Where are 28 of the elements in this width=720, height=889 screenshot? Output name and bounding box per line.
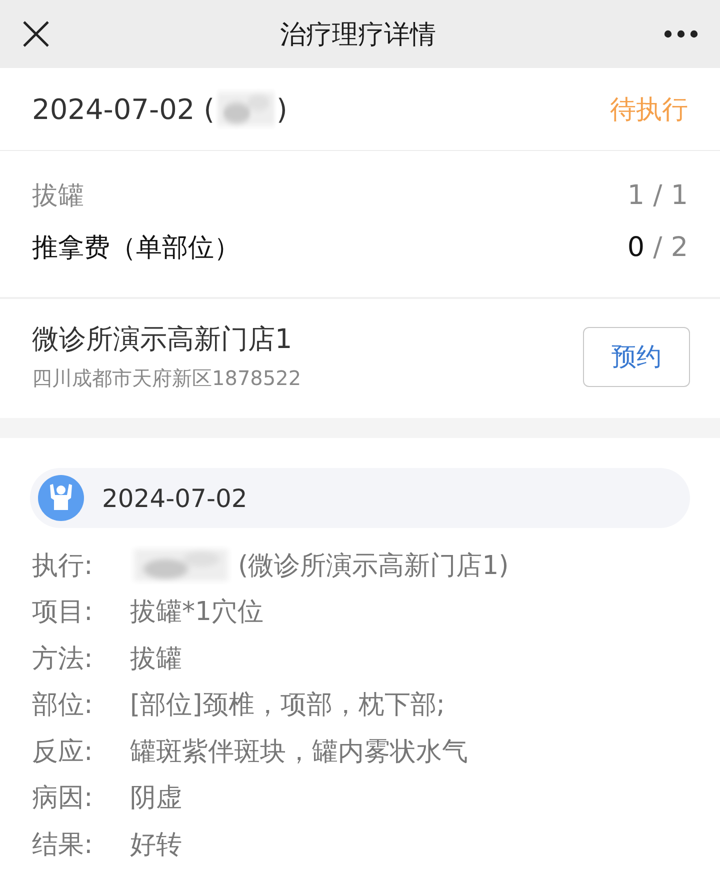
treatment-count: 0 / 2 bbox=[627, 232, 688, 262]
field-value: 拔罐*1穴位 bbox=[130, 596, 264, 630]
order-status: 待执行 bbox=[610, 94, 688, 126]
store-address: 四川成都市天府新区1878522 bbox=[32, 365, 302, 392]
field-value: 拔罐 bbox=[130, 642, 182, 676]
more-icon[interactable] bbox=[664, 30, 698, 38]
field-value: (微诊所演示高新门店1) bbox=[238, 550, 509, 583]
field-value: 好转 bbox=[130, 828, 182, 862]
treatment-item: 推拿费（单部位） bbox=[32, 232, 240, 264]
field-label: 部位: bbox=[32, 689, 94, 722]
field-value: 罐斑紫伴斑块，罐内雾状水气 bbox=[130, 736, 468, 769]
field-label: 执行: bbox=[32, 550, 94, 583]
field-value: 阴虚 bbox=[130, 782, 182, 816]
page-title: 治疗理疗详情 bbox=[280, 18, 436, 52]
field-label: 病因: bbox=[32, 782, 94, 816]
field-label: 方法: bbox=[32, 642, 94, 676]
field-value: [部位]颈椎，项部，枕下部; bbox=[130, 689, 446, 722]
person-icon bbox=[38, 475, 84, 521]
order-date: 2024-07-02 ( bbox=[32, 92, 215, 126]
store-name: 微诊所演示高新门店1 bbox=[32, 323, 294, 357]
field-label: 结果: bbox=[32, 828, 94, 862]
treatment-item: 拔罐 bbox=[32, 180, 84, 212]
book-button[interactable]: 预约 bbox=[583, 326, 690, 386]
field-label: 反应: bbox=[32, 736, 94, 769]
field-label: 项目: bbox=[32, 596, 94, 630]
order-date-close: ) bbox=[276, 92, 288, 126]
record-date: 2024-07-02 bbox=[102, 484, 248, 512]
treatment-count: 1 / 1 bbox=[627, 180, 688, 210]
